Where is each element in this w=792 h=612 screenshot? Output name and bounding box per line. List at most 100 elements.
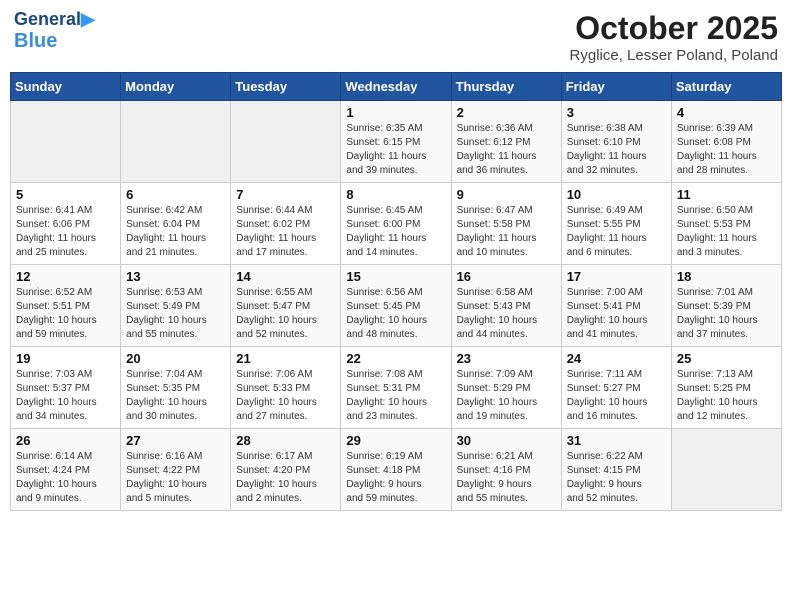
day-info: Sunrise: 7:11 AMSunset: 5:27 PMDaylight:… bbox=[567, 368, 666, 424]
calendar-cell bbox=[231, 101, 341, 183]
day-info: Sunrise: 6:35 AMSunset: 6:15 PMDaylight:… bbox=[346, 122, 445, 178]
day-info: Sunrise: 6:55 AMSunset: 5:47 PMDaylight:… bbox=[236, 286, 335, 342]
calendar-cell: 18 Sunrise: 7:01 AMSunset: 5:39 PMDayligh… bbox=[671, 265, 781, 347]
day-info: Sunrise: 6:45 AMSunset: 6:00 PMDaylight:… bbox=[346, 204, 445, 260]
page-header: General▶ Blue October 2025 Ryglice, Less… bbox=[10, 10, 782, 64]
day-info: Sunrise: 6:52 AMSunset: 5:51 PMDaylight:… bbox=[16, 286, 115, 342]
calendar-week-row: 5 Sunrise: 6:41 AMSunset: 6:06 PMDaylight… bbox=[11, 183, 782, 265]
day-number: 23 bbox=[457, 351, 556, 366]
calendar-cell: 17 Sunrise: 7:00 AMSunset: 5:41 PMDayligh… bbox=[561, 265, 671, 347]
weekday-header: Monday bbox=[121, 73, 231, 101]
day-number: 19 bbox=[16, 351, 115, 366]
day-info: Sunrise: 6:42 AMSunset: 6:04 PMDaylight:… bbox=[126, 204, 225, 260]
calendar-cell: 14 Sunrise: 6:55 AMSunset: 5:47 PMDayligh… bbox=[231, 265, 341, 347]
day-info: Sunrise: 6:21 AMSunset: 4:16 PMDaylight:… bbox=[457, 450, 556, 506]
calendar-cell: 11Sunrise: 6:50 AMSunset: 5:53 PMDayligh… bbox=[671, 183, 781, 265]
day-info: Sunrise: 6:47 AMSunset: 5:58 PMDaylight:… bbox=[457, 204, 556, 260]
day-number: 12 bbox=[16, 269, 115, 284]
calendar-cell: 23 Sunrise: 7:09 AMSunset: 5:29 PMDayligh… bbox=[451, 347, 561, 429]
calendar-cell: 29 Sunrise: 6:19 AMSunset: 4:18 PMDayligh… bbox=[341, 429, 451, 511]
day-number: 4 bbox=[677, 105, 776, 120]
calendar-cell: 6 Sunrise: 6:42 AMSunset: 6:04 PMDaylight… bbox=[121, 183, 231, 265]
calendar-week-row: 12 Sunrise: 6:52 AMSunset: 5:51 PMDayligh… bbox=[11, 265, 782, 347]
calendar-cell: 19Sunrise: 7:03 AMSunset: 5:37 PMDayligh… bbox=[11, 347, 121, 429]
day-number: 8 bbox=[346, 187, 445, 202]
day-info: Sunrise: 6:19 AMSunset: 4:18 PMDaylight:… bbox=[346, 450, 445, 506]
day-info: Sunrise: 7:00 AMSunset: 5:41 PMDaylight:… bbox=[567, 286, 666, 342]
day-number: 3 bbox=[567, 105, 666, 120]
day-number: 2 bbox=[457, 105, 556, 120]
day-number: 13 bbox=[126, 269, 225, 284]
day-number: 6 bbox=[126, 187, 225, 202]
day-info: Sunrise: 6:53 AMSunset: 5:49 PMDaylight:… bbox=[126, 286, 225, 342]
title-block: October 2025 Ryglice, Lesser Poland, Pol… bbox=[570, 10, 778, 64]
day-number: 25 bbox=[677, 351, 776, 366]
calendar-header-row: SundayMondayTuesdayWednesdayThursdayFrid… bbox=[11, 73, 782, 101]
day-info: Sunrise: 6:38 AMSunset: 6:10 PMDaylight:… bbox=[567, 122, 666, 178]
day-number: 20 bbox=[126, 351, 225, 366]
calendar-cell: 4 Sunrise: 6:39 AMSunset: 6:08 PMDaylight… bbox=[671, 101, 781, 183]
calendar-week-row: 26Sunrise: 6:14 AMSunset: 4:24 PMDayligh… bbox=[11, 429, 782, 511]
weekday-header: Sunday bbox=[11, 73, 121, 101]
day-info: Sunrise: 7:08 AMSunset: 5:31 PMDaylight:… bbox=[346, 368, 445, 424]
calendar-cell: 27 Sunrise: 6:16 AMSunset: 4:22 PMDayligh… bbox=[121, 429, 231, 511]
day-number: 29 bbox=[346, 433, 445, 448]
day-number: 10 bbox=[567, 187, 666, 202]
day-number: 27 bbox=[126, 433, 225, 448]
calendar-cell bbox=[11, 101, 121, 183]
day-number: 1 bbox=[346, 105, 445, 120]
logo-text: General▶ bbox=[14, 10, 95, 30]
month-title: October 2025 bbox=[570, 10, 778, 47]
calendar-cell: 7 Sunrise: 6:44 AMSunset: 6:02 PMDaylight… bbox=[231, 183, 341, 265]
calendar-cell: 30 Sunrise: 6:21 AMSunset: 4:16 PMDayligh… bbox=[451, 429, 561, 511]
calendar-cell: 12 Sunrise: 6:52 AMSunset: 5:51 PMDayligh… bbox=[11, 265, 121, 347]
weekday-header: Tuesday bbox=[231, 73, 341, 101]
day-number: 24 bbox=[567, 351, 666, 366]
calendar-cell: 28 Sunrise: 6:17 AMSunset: 4:20 PMDayligh… bbox=[231, 429, 341, 511]
day-number: 16 bbox=[457, 269, 556, 284]
calendar-cell: 9 Sunrise: 6:47 AMSunset: 5:58 PMDaylight… bbox=[451, 183, 561, 265]
day-info: Sunrise: 6:49 AMSunset: 5:55 PMDaylight:… bbox=[567, 204, 666, 260]
day-info: Sunrise: 7:09 AMSunset: 5:29 PMDaylight:… bbox=[457, 368, 556, 424]
calendar-cell: 13 Sunrise: 6:53 AMSunset: 5:49 PMDayligh… bbox=[121, 265, 231, 347]
day-info: Sunrise: 6:17 AMSunset: 4:20 PMDaylight:… bbox=[236, 450, 335, 506]
day-info: Sunrise: 7:01 AMSunset: 5:39 PMDaylight:… bbox=[677, 286, 776, 342]
calendar-cell bbox=[121, 101, 231, 183]
calendar-week-row: 19Sunrise: 7:03 AMSunset: 5:37 PMDayligh… bbox=[11, 347, 782, 429]
day-info: Sunrise: 6:16 AMSunset: 4:22 PMDaylight:… bbox=[126, 450, 225, 506]
day-number: 5 bbox=[16, 187, 115, 202]
day-number: 7 bbox=[236, 187, 335, 202]
day-info: Sunrise: 6:14 AMSunset: 4:24 PMDaylight:… bbox=[16, 450, 115, 506]
calendar-cell: 5 Sunrise: 6:41 AMSunset: 6:06 PMDaylight… bbox=[11, 183, 121, 265]
day-number: 18 bbox=[677, 269, 776, 284]
calendar-week-row: 1 Sunrise: 6:35 AMSunset: 6:15 PMDaylight… bbox=[11, 101, 782, 183]
calendar-cell: 8 Sunrise: 6:45 AMSunset: 6:00 PMDaylight… bbox=[341, 183, 451, 265]
day-info: Sunrise: 6:39 AMSunset: 6:08 PMDaylight:… bbox=[677, 122, 776, 178]
weekday-header: Friday bbox=[561, 73, 671, 101]
weekday-header: Saturday bbox=[671, 73, 781, 101]
calendar-cell bbox=[671, 429, 781, 511]
weekday-header: Wednesday bbox=[341, 73, 451, 101]
calendar-table: SundayMondayTuesdayWednesdayThursdayFrid… bbox=[10, 72, 782, 511]
day-number: 28 bbox=[236, 433, 335, 448]
calendar-cell: 3 Sunrise: 6:38 AMSunset: 6:10 PMDaylight… bbox=[561, 101, 671, 183]
calendar-cell: 15 Sunrise: 6:56 AMSunset: 5:45 PMDayligh… bbox=[341, 265, 451, 347]
logo-text-blue: Blue bbox=[14, 30, 95, 52]
logo: General▶ Blue bbox=[14, 10, 95, 52]
calendar-cell: 2Sunrise: 6:36 AMSunset: 6:12 PMDaylight… bbox=[451, 101, 561, 183]
day-number: 21 bbox=[236, 351, 335, 366]
calendar-cell: 31Sunrise: 6:22 AMSunset: 4:15 PMDayligh… bbox=[561, 429, 671, 511]
day-number: 14 bbox=[236, 269, 335, 284]
day-info: Sunrise: 6:56 AMSunset: 5:45 PMDaylight:… bbox=[346, 286, 445, 342]
day-number: 17 bbox=[567, 269, 666, 284]
day-number: 22 bbox=[346, 351, 445, 366]
calendar-cell: 26Sunrise: 6:14 AMSunset: 4:24 PMDayligh… bbox=[11, 429, 121, 511]
day-number: 15 bbox=[346, 269, 445, 284]
day-number: 30 bbox=[457, 433, 556, 448]
day-info: Sunrise: 6:22 AMSunset: 4:15 PMDaylight:… bbox=[567, 450, 666, 506]
calendar-cell: 25Sunrise: 7:13 AMSunset: 5:25 PMDayligh… bbox=[671, 347, 781, 429]
day-number: 9 bbox=[457, 187, 556, 202]
day-info: Sunrise: 6:41 AMSunset: 6:06 PMDaylight:… bbox=[16, 204, 115, 260]
day-info: Sunrise: 6:44 AMSunset: 6:02 PMDaylight:… bbox=[236, 204, 335, 260]
day-info: Sunrise: 6:50 AMSunset: 5:53 PMDaylight:… bbox=[677, 204, 776, 260]
